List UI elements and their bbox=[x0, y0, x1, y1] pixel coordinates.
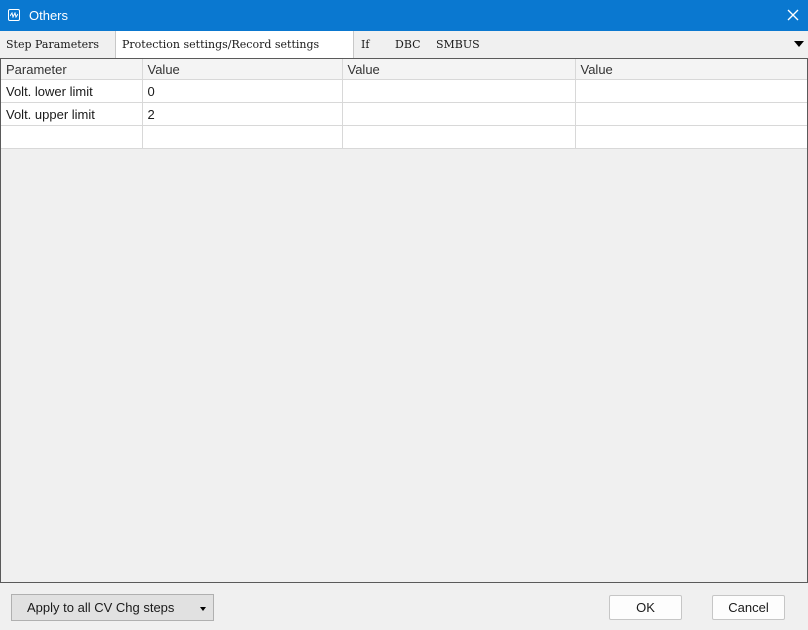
tab-if[interactable]: If bbox=[361, 31, 369, 58]
column-header-value[interactable]: Value bbox=[142, 59, 343, 80]
dropdown-arrow-icon[interactable] bbox=[200, 607, 206, 611]
window-title: Others bbox=[29, 8, 69, 23]
table-cell-value[interactable]: 2 bbox=[142, 102, 343, 126]
cancel-button[interactable]: Cancel bbox=[712, 595, 785, 620]
apply-to-all-label: Apply to all CV Chg steps bbox=[27, 600, 175, 615]
tab-protection-settings[interactable]: Protection settings/Record settings bbox=[115, 31, 354, 58]
table-header-row: Parameter Value Value Value bbox=[1, 59, 807, 80]
table-cell-value[interactable] bbox=[342, 125, 576, 149]
table-cell-value[interactable] bbox=[342, 79, 576, 103]
table-row: Volt. lower limit 0 bbox=[1, 79, 807, 103]
table-cell-value[interactable] bbox=[575, 79, 807, 103]
ok-button[interactable]: OK bbox=[609, 595, 682, 620]
table-cell-value[interactable] bbox=[575, 125, 807, 149]
table-cell-value[interactable] bbox=[142, 125, 343, 149]
chevron-down-icon[interactable] bbox=[794, 41, 804, 47]
tab-dbc[interactable]: DBC bbox=[395, 31, 421, 58]
table-cell-value[interactable] bbox=[575, 102, 807, 126]
close-icon[interactable] bbox=[784, 6, 802, 24]
table-row bbox=[1, 125, 807, 149]
parameters-table: Parameter Value Value Value Volt. lower … bbox=[1, 59, 807, 149]
table-cell-parameter[interactable]: Volt. upper limit bbox=[1, 102, 143, 126]
title-bar: Others bbox=[0, 0, 808, 31]
table-cell-value[interactable] bbox=[342, 102, 576, 126]
table-cell-parameter[interactable]: Volt. lower limit bbox=[1, 79, 143, 103]
dialog-footer: Apply to all CV Chg steps OK Cancel bbox=[0, 583, 808, 630]
column-header-value[interactable]: Value bbox=[575, 59, 807, 80]
tab-bar: Step Parameters Protection settings/Reco… bbox=[0, 31, 808, 58]
table-cell-value[interactable]: 0 bbox=[142, 79, 343, 103]
waveform-app-icon bbox=[8, 9, 20, 21]
table-cell-parameter[interactable] bbox=[1, 125, 143, 149]
tab-step-parameters[interactable]: Step Parameters bbox=[6, 31, 99, 58]
tab-smbus[interactable]: SMBUS bbox=[436, 31, 480, 58]
column-header-value[interactable]: Value bbox=[342, 59, 576, 80]
table-row: Volt. upper limit 2 bbox=[1, 102, 807, 126]
apply-to-all-button[interactable]: Apply to all CV Chg steps bbox=[11, 594, 214, 621]
parameters-panel: Parameter Value Value Value Volt. lower … bbox=[0, 58, 808, 583]
column-header-parameter[interactable]: Parameter bbox=[1, 59, 143, 80]
